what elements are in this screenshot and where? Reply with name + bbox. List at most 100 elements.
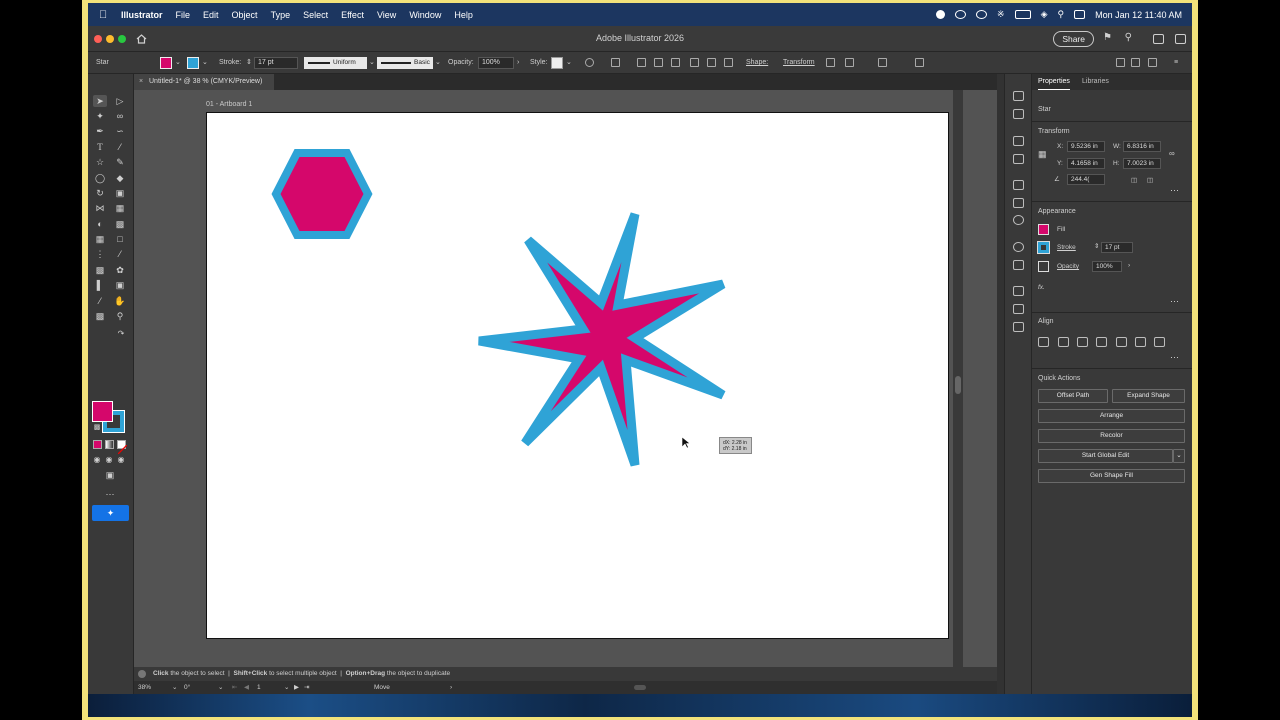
export-panel-icon[interactable]	[1013, 304, 1024, 314]
menu-help[interactable]: Help	[454, 10, 473, 20]
blend-tool-icon[interactable]: ▩	[93, 264, 107, 276]
appearance-stroke-swatch[interactable]	[1037, 241, 1050, 254]
next-artboard-icon[interactable]: ▶	[294, 681, 299, 694]
help-icon[interactable]	[138, 670, 146, 678]
panel-align-bottom-icon[interactable]	[1154, 337, 1165, 347]
hand-tool-icon[interactable]: ✋	[113, 295, 127, 307]
mesh-tool-icon[interactable]: ⋮	[93, 248, 107, 260]
first-artboard-icon[interactable]: ⇤	[232, 681, 237, 694]
panel-align-hcenter-icon[interactable]	[1077, 337, 1088, 347]
symbols-panel-icon[interactable]	[1013, 154, 1024, 164]
x-field[interactable]: 9.5236 in	[1067, 141, 1105, 152]
variable-width-profile-dropdown[interactable]: Uniform	[304, 57, 367, 69]
isolate-group-icon[interactable]	[826, 58, 835, 67]
live-paint-bucket-icon[interactable]: ▩	[113, 218, 127, 230]
panel-align-vcenter-icon[interactable]	[1135, 337, 1146, 347]
curvature-tool-icon[interactable]: ∽	[113, 125, 127, 137]
swap-fill-stroke-icon[interactable]: ↷	[114, 328, 128, 340]
default-colors-icon[interactable]: ▩	[90, 422, 104, 434]
artboard-dropdown-icon[interactable]: ⌄	[284, 681, 289, 694]
rotation-dropdown-icon[interactable]: ⌄	[218, 681, 223, 694]
line-segment-tool-icon[interactable]: ⁄	[113, 141, 127, 153]
menu-edit[interactable]: Edit	[203, 10, 219, 20]
global-edit-dropdown-icon[interactable]: ⌄	[1173, 449, 1185, 463]
appearance-stroke-weight[interactable]: 17 pt	[1101, 242, 1133, 253]
tab-libraries[interactable]: Libraries	[1082, 74, 1109, 90]
current-tool-status[interactable]: Move	[374, 681, 390, 694]
scale-tool-icon[interactable]: ▣	[113, 187, 127, 199]
stroke-stepper-icon[interactable]: ⇕	[246, 52, 252, 74]
scrollbar-thumb[interactable]	[955, 376, 961, 394]
eraser-tool-icon[interactable]: ◆	[113, 172, 127, 184]
artboards-panel-icon[interactable]	[1013, 322, 1024, 332]
expand-shape-button[interactable]: Expand Shape	[1112, 389, 1185, 403]
none-mode-icon[interactable]	[117, 440, 128, 455]
menu-type[interactable]: Type	[271, 10, 291, 20]
graphic-styles-panel-icon[interactable]	[1013, 260, 1024, 270]
menu-app[interactable]: Illustrator	[121, 10, 163, 20]
hexagon-shape[interactable]	[271, 149, 373, 239]
image-trace-panel-icon[interactable]	[1013, 109, 1024, 119]
align-to-selection-icon[interactable]	[1038, 337, 1049, 347]
screen-mode-icon[interactable]: ▣	[103, 469, 117, 481]
menu-object[interactable]: Object	[232, 10, 258, 20]
control-center-icon[interactable]	[1074, 10, 1086, 19]
apple-icon[interactable]: 	[99, 9, 111, 21]
control-stroke-swatch[interactable]	[187, 57, 199, 69]
align-middle-icon[interactable]	[707, 58, 716, 67]
fill-color-swatch[interactable]	[92, 401, 113, 422]
menu-effect[interactable]: Effect	[341, 10, 364, 20]
appearance-stroke-label[interactable]: Stroke	[1057, 244, 1076, 251]
align-right-icon[interactable]	[671, 58, 680, 67]
type-tool-icon[interactable]: T	[93, 141, 107, 153]
opacity-swatch[interactable]	[1038, 261, 1049, 272]
appearance-more-options-icon[interactable]: ⋯	[1170, 296, 1180, 307]
menu-file[interactable]: File	[176, 10, 191, 20]
gradient-tool-icon[interactable]: □	[113, 233, 127, 245]
layers-panel-icon[interactable]	[1013, 286, 1024, 296]
control-fill-swatch[interactable]	[160, 57, 172, 69]
profile-dropdown-icon[interactable]: ⌄	[369, 52, 375, 74]
edit-toolbar-icon[interactable]: ⋯	[103, 488, 117, 500]
select-similar-icon[interactable]	[915, 58, 924, 67]
transform-more-options-icon[interactable]: ⋯	[1170, 185, 1180, 196]
reference-point-icon[interactable]: ▦	[1038, 149, 1047, 160]
panel-align-top-icon[interactable]	[1116, 337, 1127, 347]
style-label[interactable]: Style:	[530, 52, 548, 74]
h-field[interactable]: 7.0023 in	[1123, 158, 1161, 169]
menu-view[interactable]: View	[377, 10, 396, 20]
slice-tool-icon[interactable]: ⁄	[93, 295, 107, 307]
arrange-documents-icon[interactable]	[1153, 34, 1164, 44]
opacity-label[interactable]: Opacity:	[448, 52, 474, 74]
canvas-area[interactable]: 01 - Artboard 1 dX: 2.28 in dY: 2.18 in	[134, 90, 997, 667]
magnet-icon[interactable]	[1148, 58, 1157, 67]
notifications-icon[interactable]: ⚑	[1103, 32, 1112, 43]
prev-artboard-icon[interactable]: ◀	[244, 681, 249, 694]
appearance-panel-icon[interactable]	[1013, 242, 1024, 252]
search-icon[interactable]: ⚲	[1058, 9, 1065, 20]
symbol-sprayer-tool-icon[interactable]: ✿	[113, 264, 127, 276]
tab-properties[interactable]: Properties	[1038, 74, 1070, 90]
share-button[interactable]: Share	[1053, 31, 1094, 47]
transform-label[interactable]: Transform	[783, 52, 815, 74]
battery-icon[interactable]	[1014, 10, 1031, 19]
rotation-field[interactable]: 0°	[184, 681, 190, 694]
brushes-panel-icon[interactable]	[1013, 136, 1024, 146]
perspective-grid-tool-icon[interactable]: ▦	[93, 233, 107, 245]
creative-cloud-icon[interactable]	[955, 10, 967, 19]
lasso-tool-icon[interactable]: ∞	[113, 110, 127, 122]
flip-vertical-icon[interactable]: ◫	[1147, 176, 1153, 184]
offset-path-button[interactable]: Offset Path	[1038, 389, 1108, 403]
align-top-icon[interactable]	[690, 58, 699, 67]
brush-dropdown-icon[interactable]: ⌄	[435, 52, 441, 74]
record-icon[interactable]	[936, 10, 946, 19]
graphic-style-swatch[interactable]	[551, 57, 563, 69]
style-dropdown-icon[interactable]: ⌄	[566, 52, 572, 74]
star-tool-icon[interactable]: ☆	[93, 156, 107, 168]
artboard[interactable]	[206, 112, 949, 639]
last-artboard-icon[interactable]: ⇥	[304, 681, 309, 694]
gradient-mode-icon[interactable]	[105, 440, 114, 449]
fx-icon[interactable]: fx.	[1038, 284, 1045, 291]
constrain-proportions-icon[interactable]: ∞	[1169, 149, 1175, 158]
opacity-expand-icon[interactable]: ›	[517, 52, 519, 74]
